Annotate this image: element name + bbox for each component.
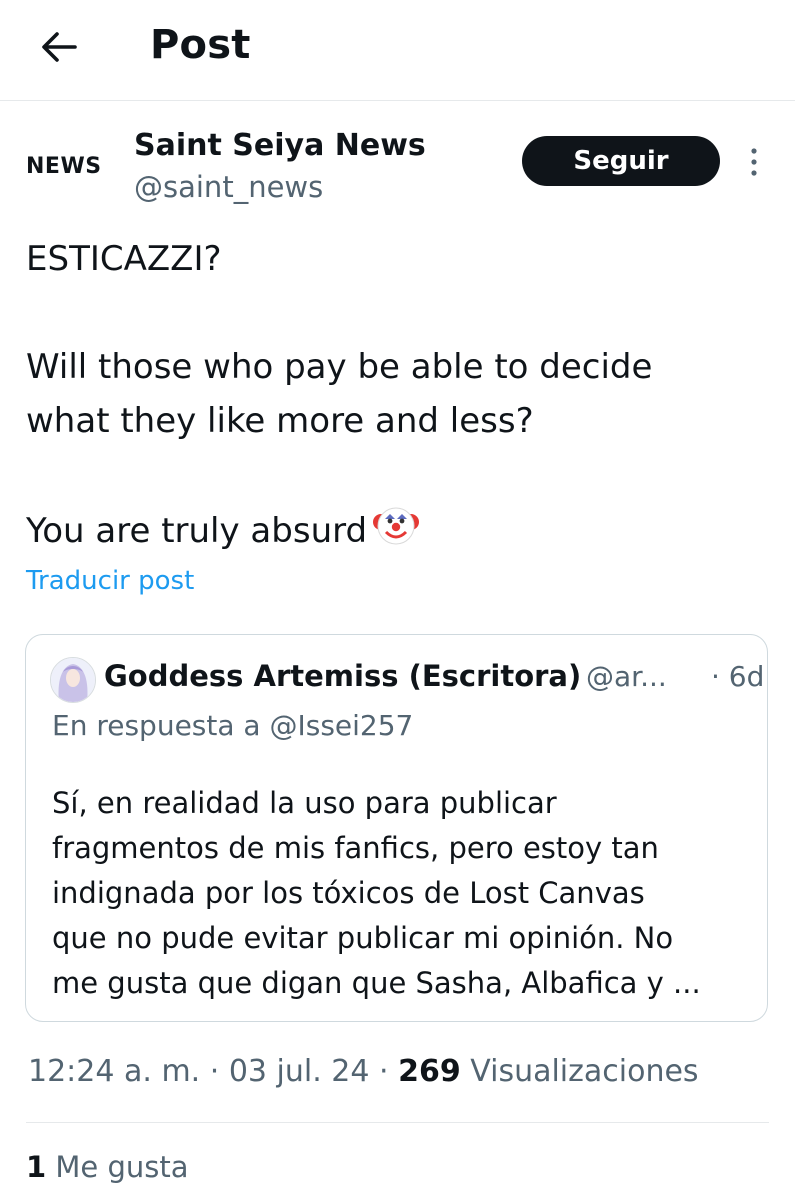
divider (26, 1122, 769, 1123)
quoted-post-time: · 6d (711, 660, 765, 693)
post-line: You are truly absurd (26, 502, 766, 564)
likes-count: 1 (26, 1150, 47, 1184)
post-line: ESTICAZZI? (26, 239, 222, 279)
post-text: ESTICAZZI? Will those who pay be able to… (26, 232, 766, 564)
post-time[interactable]: 12:24 a. m. (28, 1054, 200, 1089)
author-display-name[interactable]: Saint Seiya News (134, 128, 426, 163)
translate-post-link[interactable]: Traducir post (26, 566, 194, 596)
clown-face-icon (373, 502, 420, 564)
post-line: what they like more and less? (26, 401, 534, 441)
likes-count-link[interactable]: 1 Me gusta (26, 1150, 189, 1184)
quoted-post-text: Sí, en realidad la uso para publicar fra… (52, 781, 752, 1006)
quoted-author-name[interactable]: Goddess Artemiss (Escritora) (104, 659, 581, 693)
quoted-post[interactable]: Goddess Artemiss (Escritora) @ar... · 6d… (25, 634, 768, 1022)
quoted-text-line: que no pude evitar publicar mi opinión. … (52, 921, 674, 955)
post-metadata: 12:24 a. m. · 03 jul. 24 · 269 Visualiza… (28, 1054, 699, 1089)
quoted-author-handle[interactable]: @ar... (586, 660, 667, 693)
more-options-button[interactable] (742, 144, 766, 180)
post-line: Will those who pay be able to decide (26, 347, 653, 387)
page-title: Post (150, 22, 251, 68)
views-label: Visualizaciones (460, 1054, 699, 1089)
follow-button[interactable]: Seguir (522, 136, 720, 186)
author-handle[interactable]: @saint_news (134, 170, 323, 204)
quoted-text-line: me gusta que digan que Sasha, Albafica y… (52, 966, 701, 1000)
back-button[interactable] (34, 24, 84, 70)
quoted-text-line: fragmentos de mis fanfics, pero estoy ta… (52, 831, 659, 865)
avatar[interactable]: NEWS (26, 154, 102, 179)
more-vertical-icon (751, 148, 757, 176)
reply-to-label: En respuesta a @Issei257 (52, 709, 414, 742)
post-line-text: You are truly absurd (26, 511, 368, 551)
quoted-text-line: Sí, en realidad la uso para publicar (52, 786, 557, 820)
post-date[interactable]: 03 jul. 24 (229, 1054, 370, 1089)
views-count: 269 (398, 1054, 461, 1089)
separator: · (200, 1054, 229, 1089)
quoted-text-line: indignada por los tóxicos de Lost Canvas (52, 876, 645, 910)
top-bar: Post (0, 0, 795, 101)
separator: · (369, 1054, 399, 1089)
likes-label: Me gusta (46, 1150, 189, 1184)
post-author: NEWS Saint Seiya News @saint_news Seguir (0, 118, 795, 218)
avatar[interactable] (50, 657, 96, 703)
arrow-left-icon (42, 32, 77, 62)
